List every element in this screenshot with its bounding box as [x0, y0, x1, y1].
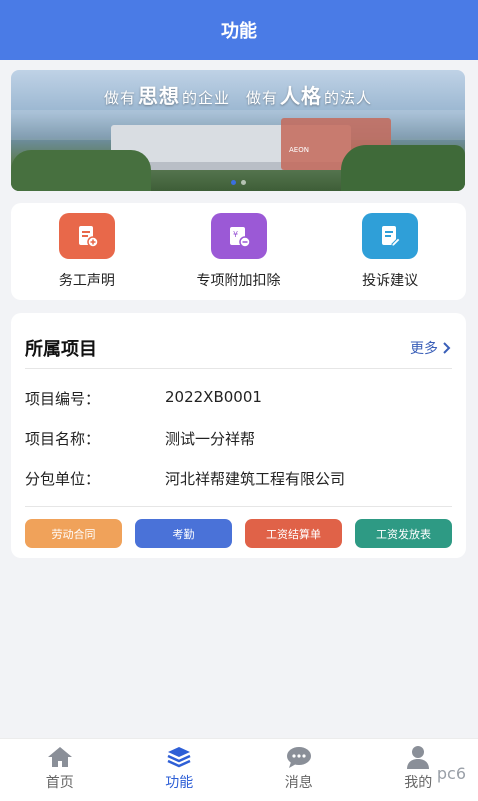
carousel-dot[interactable] — [240, 180, 246, 185]
chat-icon — [286, 747, 311, 768]
document-add-icon — [58, 213, 115, 259]
field-value: 河北祥帮建筑工程有限公司 — [165, 470, 346, 488]
field-label: 项目编号： — [25, 390, 101, 408]
page-title: 功能 — [221, 21, 257, 42]
field-project-no: 项目编号： 2022XB0001 — [25, 388, 262, 409]
watermark: pc6 — [436, 764, 466, 783]
tab-functions[interactable]: 功能 — [120, 739, 240, 801]
project-card: 所属项目 更多 项目编号： 2022XB0001 项目名称： 测试一分祥帮 分包… — [11, 313, 466, 558]
field-project-name: 项目名称： 测试一分祥帮 — [25, 428, 255, 449]
field-label: 分包单位： — [25, 470, 101, 488]
layers-icon — [167, 747, 191, 768]
project-card-header: 所属项目 更多 — [25, 335, 452, 361]
carousel-dots — [11, 180, 465, 185]
quick-item-label: 投诉建议 — [362, 273, 419, 289]
quick-item-label: 专项附加扣除 — [196, 273, 281, 289]
tab-label: 消息 — [284, 775, 313, 791]
quick-item-special-deduction[interactable]: ¥ 专项附加扣除 — [163, 203, 315, 300]
edit-document-icon — [362, 213, 419, 259]
project-actions: 劳动合同 考勤 工资结算单 工资发放表 — [25, 519, 452, 548]
page-header: 功能 — [0, 0, 478, 60]
field-subcontractor: 分包单位： 河北祥帮建筑工程有限公司 — [25, 468, 345, 489]
quick-actions: 务工声明 ¥ 专项附加扣除 投诉建议 — [11, 203, 466, 300]
field-label: 项目名称： — [25, 430, 101, 448]
carousel-dot[interactable] — [230, 180, 236, 185]
divider — [25, 506, 452, 507]
quick-item-label: 务工声明 — [58, 273, 115, 289]
tab-home[interactable]: 首页 — [0, 739, 120, 801]
more-link-label: 更多 — [410, 341, 438, 357]
banner-carousel[interactable]: AEON 做有 思想 的企业 做有 人格 的法人 — [11, 70, 465, 191]
tab-label: 我的 — [404, 775, 433, 791]
project-card-title: 所属项目 — [25, 339, 97, 360]
tab-label: 功能 — [165, 775, 194, 791]
svg-text:¥: ¥ — [233, 230, 238, 239]
bottom-tab-bar: 首页 功能 消息 我的 — [0, 738, 478, 801]
more-link[interactable]: 更多 — [410, 338, 452, 358]
quick-item-complaint[interactable]: 投诉建议 — [314, 203, 466, 300]
banner-slogan: 做有 思想 的企业 做有 人格 的法人 — [103, 84, 373, 108]
tab-messages[interactable]: 消息 — [239, 739, 359, 801]
yuan-receipt-icon: ¥ — [210, 213, 267, 259]
salary-settlement-button[interactable]: 工资结算单 — [245, 519, 342, 548]
chevron-right-icon — [443, 342, 451, 354]
home-icon — [47, 747, 72, 767]
user-icon — [407, 746, 430, 769]
field-value: 测试一分祥帮 — [165, 430, 256, 448]
salary-payment-button[interactable]: 工资发放表 — [355, 519, 452, 548]
labor-contract-button[interactable]: 劳动合同 — [25, 519, 122, 548]
attendance-button[interactable]: 考勤 — [135, 519, 232, 548]
divider — [25, 368, 452, 369]
quick-item-work-statement[interactable]: 务工声明 — [11, 203, 163, 300]
banner-sign: AEON — [289, 146, 309, 154]
tab-label: 首页 — [45, 775, 74, 791]
field-value: 2022XB0001 — [165, 388, 262, 406]
